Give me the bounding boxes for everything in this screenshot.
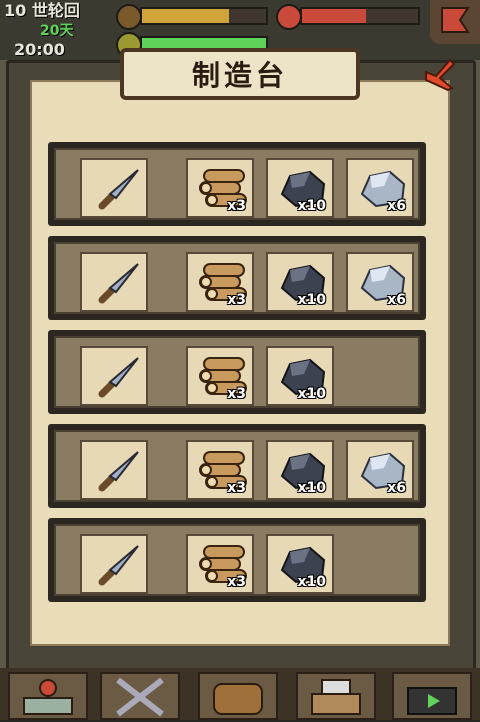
- recipe-row[interactable]: x3 x10 x6: [48, 142, 426, 226]
- material-count: x6: [387, 480, 406, 496]
- result-slot[interactable]: [80, 252, 148, 312]
- material-count: x3: [227, 574, 246, 590]
- material-count: x3: [227, 480, 246, 496]
- material-count: x10: [297, 386, 326, 402]
- health-bar: [300, 7, 420, 25]
- clapperboard-icon: [407, 687, 457, 715]
- nav-map[interactable]: [8, 672, 88, 720]
- material-count: x6: [387, 292, 406, 308]
- hunger-icon: [116, 4, 142, 30]
- recipe-row[interactable]: x3 x10: [48, 518, 426, 602]
- cycle-label: 世轮回: [31, 1, 80, 20]
- cycle-number: 10: [4, 1, 27, 20]
- result-slot[interactable]: [80, 534, 148, 594]
- material-count: x3: [227, 198, 246, 214]
- nav-video[interactable]: [392, 672, 472, 720]
- recipe-row[interactable]: x3 x10 x6: [48, 236, 426, 320]
- clock: 20:00: [14, 40, 65, 59]
- material-count: x10: [297, 292, 326, 308]
- material-count: x10: [297, 480, 326, 496]
- material-slot: x10: [266, 252, 334, 312]
- close-icon: [425, 58, 456, 92]
- health-fill: [302, 9, 366, 23]
- material-slot: x10: [266, 534, 334, 594]
- day-count: 20天: [40, 23, 74, 39]
- recipe-row[interactable]: x3 x10 x6: [48, 424, 426, 508]
- material-slot: x10: [266, 346, 334, 406]
- nav-crafting[interactable]: [296, 672, 376, 720]
- material-slot: x10: [266, 158, 334, 218]
- material-count: x10: [297, 198, 326, 214]
- recipe-row[interactable]: x3 x10: [48, 330, 426, 414]
- knife-icon: [98, 545, 139, 586]
- flag-icon: [441, 7, 470, 33]
- map-pin-icon: [23, 679, 73, 715]
- crafting-icon: [311, 679, 361, 715]
- nav-combat[interactable]: [100, 672, 180, 720]
- knife-icon: [98, 357, 139, 398]
- recipe-row-inner: x3 x10: [54, 524, 420, 596]
- panel-title: 制造台: [191, 59, 288, 92]
- menu-button[interactable]: [430, 0, 480, 44]
- title-plate: 制造台: [120, 48, 360, 100]
- recipe-row-inner: x3 x10 x6: [54, 430, 420, 502]
- backpack-icon: [213, 683, 263, 715]
- recipe-row-inner: x3 x10 x6: [54, 148, 420, 220]
- knife-icon: [98, 263, 139, 304]
- material-slot: x3: [186, 346, 254, 406]
- material-slot: x3: [186, 158, 254, 218]
- recipe-row-inner: x3 x10 x6: [54, 242, 420, 314]
- material-count: x3: [227, 386, 246, 402]
- material-slot: x6: [346, 252, 414, 312]
- material-slot: x3: [186, 252, 254, 312]
- material-slot: x6: [346, 158, 414, 218]
- knife-icon: [98, 451, 139, 492]
- close-button[interactable]: [422, 58, 456, 92]
- material-count: x6: [387, 198, 406, 214]
- knife-icon: [98, 169, 139, 210]
- hunger-bar: [140, 7, 268, 25]
- crossed-swords-icon: [116, 677, 164, 717]
- material-slot: x3: [186, 440, 254, 500]
- result-slot[interactable]: [80, 440, 148, 500]
- time-info: 10 世轮回 20天 20:00: [4, 1, 114, 60]
- heart-icon: [276, 4, 302, 30]
- nav-backpack[interactable]: [198, 672, 278, 720]
- material-count: x3: [227, 292, 246, 308]
- material-slot: x3: [186, 534, 254, 594]
- material-slot: x10: [266, 440, 334, 500]
- recipe-row-inner: x3 x10: [54, 336, 420, 408]
- bottom-nav: [0, 668, 480, 720]
- hunger-fill: [142, 9, 229, 23]
- material-slot: x6: [346, 440, 414, 500]
- material-count: x10: [297, 574, 326, 590]
- result-slot[interactable]: [80, 346, 148, 406]
- result-slot[interactable]: [80, 158, 148, 218]
